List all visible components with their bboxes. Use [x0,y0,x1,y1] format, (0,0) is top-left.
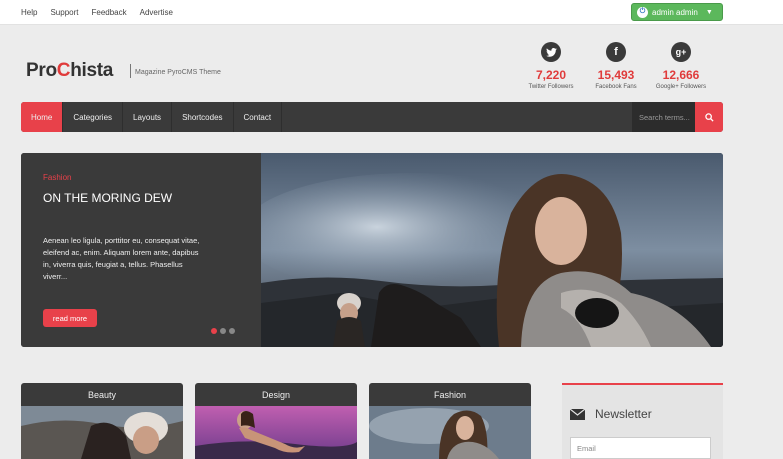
slide-caption: Fashion ON THE MORING DEW Aenean leo lig… [21,153,261,347]
card-image [369,406,531,459]
search-input[interactable]: Search terms... [632,102,695,132]
slider-dot-2[interactable] [220,328,226,334]
twitter-count: 7,220 [535,68,567,82]
help-link[interactable]: Help [21,8,37,17]
nav-item-contact[interactable]: Contact [234,102,283,132]
facebook-label: Facebook Fans [595,84,637,90]
top-bar: Help Support Feedback Advertise ⏻ admin … [0,0,783,25]
nav-item-home[interactable]: Home [21,102,64,132]
googleplus-label: Google+ Followers [655,84,707,90]
slider-dot-1[interactable] [211,328,217,334]
card-image [195,406,357,459]
slide-category[interactable]: Fashion [43,173,71,182]
nav-item-categories[interactable]: Categories [63,102,124,132]
site-logo[interactable]: ProChista [26,60,113,82]
logo-divider [130,64,131,78]
twitter-label: Twitter Followers [528,84,574,90]
category-card-fashion[interactable]: Fashion [369,383,531,459]
newsletter-heading: Newsletter [570,407,652,421]
logo-text-part2: C [56,60,71,81]
read-more-button[interactable]: read more [43,309,97,327]
newsletter-widget: Newsletter Email [562,383,723,459]
googleplus-icon: g+ [671,42,691,62]
admin-menu-button[interactable]: ⏻ admin admin ▼ [631,3,723,21]
advertise-link[interactable]: Advertise [140,8,173,17]
logo-text-part3: hista [70,60,114,81]
slider-dots [211,328,235,334]
facebook-count: 15,493 [597,68,635,82]
category-card-beauty[interactable]: Beauty [21,383,183,459]
twitter-icon [541,42,561,62]
email-field[interactable]: Email [570,437,711,459]
chevron-down-icon: ▼ [705,8,713,16]
card-title: Fashion [369,383,531,406]
googleplus-stat[interactable]: g+ 12,666 Google+ Followers [651,42,711,90]
card-title: Design [195,383,357,406]
card-image [21,406,183,459]
main-nav: Home Categories Layouts Shortcodes Conta… [21,102,723,132]
facebook-icon: f [606,42,626,62]
category-card-design[interactable]: Design [195,383,357,459]
logo-text-part1: Pro [26,60,57,81]
search-button[interactable] [695,102,723,132]
feedback-link[interactable]: Feedback [91,8,126,17]
nav-item-layouts[interactable]: Layouts [123,102,173,132]
slide-title[interactable]: ON THE MORING DEW [43,191,172,205]
search-icon [704,112,714,122]
envelope-icon [570,408,585,420]
googleplus-count: 12,666 [662,68,700,82]
twitter-stat[interactable]: 7,220 Twitter Followers [521,42,581,90]
site-tagline: Magazine PyroCMS Theme [135,69,221,76]
slider-dot-3[interactable] [229,328,235,334]
admin-label: admin admin [652,7,698,17]
slide-description: Aenean leo ligula, porttitor eu, consequ… [43,236,200,281]
card-title: Beauty [21,383,183,406]
nav-item-shortcodes[interactable]: Shortcodes [172,102,234,132]
facebook-stat[interactable]: f 15,493 Facebook Fans [586,42,646,90]
top-links: Help Support Feedback Advertise [21,8,173,17]
support-link[interactable]: Support [50,8,78,17]
newsletter-title: Newsletter [595,407,652,421]
featured-slider: Fashion ON THE MORING DEW Aenean leo lig… [21,153,723,347]
power-icon: ⏻ [637,6,648,18]
slide-image[interactable] [241,153,723,347]
